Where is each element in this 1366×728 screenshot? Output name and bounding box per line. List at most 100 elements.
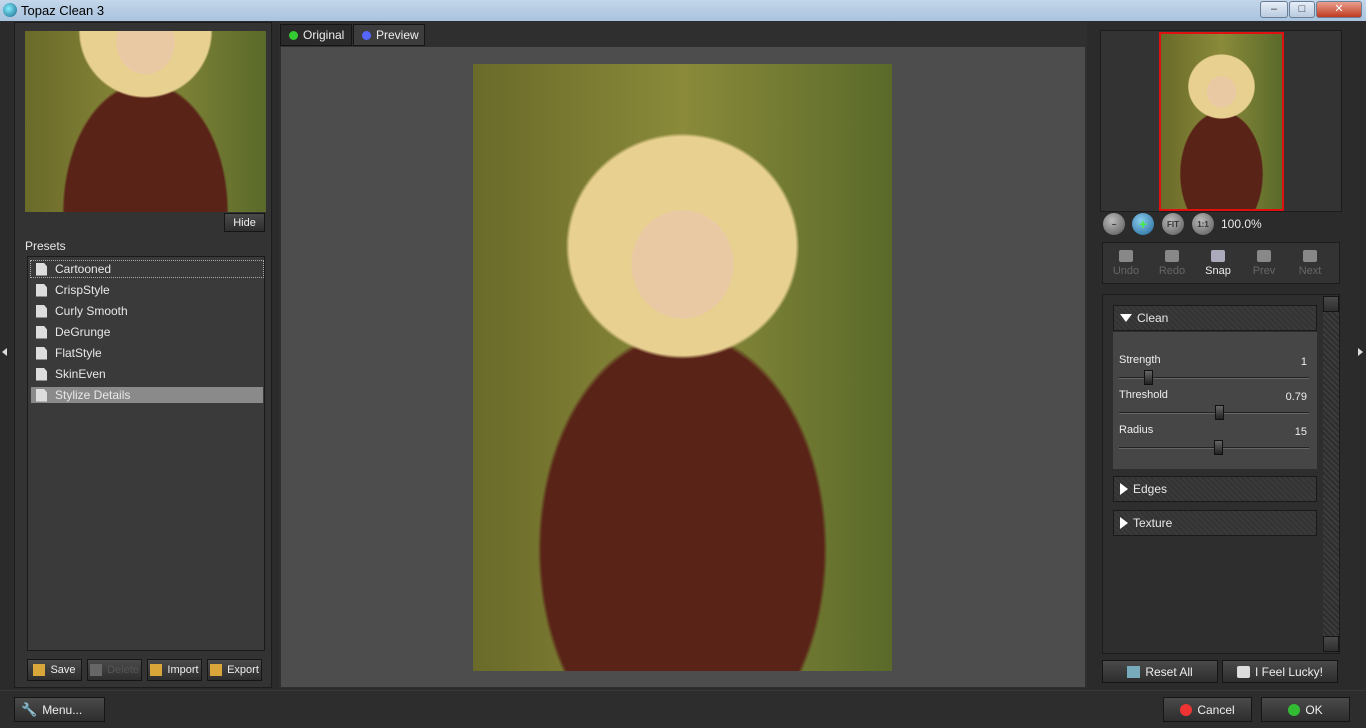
footer-bar bbox=[0, 690, 1366, 728]
preset-item[interactable]: FlatStyle bbox=[31, 345, 263, 361]
preset-label: Curly Smooth bbox=[55, 304, 128, 318]
threshold-slider[interactable] bbox=[1119, 412, 1309, 414]
preset-item[interactable]: Curly Smooth bbox=[31, 303, 263, 319]
app-icon bbox=[3, 3, 17, 17]
section-clean-header[interactable]: Clean bbox=[1113, 305, 1317, 331]
document-icon bbox=[36, 262, 47, 276]
camera-icon bbox=[1211, 249, 1225, 262]
preset-label: SkinEven bbox=[55, 367, 106, 381]
i-feel-lucky-button[interactable]: I Feel Lucky! bbox=[1222, 660, 1338, 683]
preset-item-selected[interactable]: Stylize Details bbox=[31, 387, 263, 403]
reset-all-button[interactable]: Reset All bbox=[1102, 660, 1218, 683]
center-panel: Original Preview bbox=[279, 22, 1087, 688]
zoom-out-button[interactable]: − bbox=[1103, 213, 1125, 235]
menu-button[interactable]: 🔧 Menu... bbox=[14, 697, 105, 722]
zoom-in-button[interactable]: + bbox=[1132, 213, 1154, 235]
close-button[interactable]: ✕ bbox=[1316, 1, 1362, 18]
document-icon bbox=[36, 304, 47, 318]
history-toolbar: Undo Redo Snap Prev Next bbox=[1102, 242, 1340, 284]
zoom-1to1-button[interactable]: 1:1 bbox=[1192, 213, 1214, 235]
section-edges-header[interactable]: Edges bbox=[1113, 476, 1317, 502]
preset-item[interactable]: SkinEven bbox=[31, 366, 263, 382]
tab-preview[interactable]: Preview bbox=[353, 24, 425, 46]
tab-original[interactable]: Original bbox=[280, 24, 352, 46]
export-preset-button[interactable]: Export bbox=[207, 659, 262, 681]
prev-button[interactable]: Prev bbox=[1241, 249, 1287, 277]
strength-slider-thumb[interactable] bbox=[1144, 370, 1153, 385]
clean-sliders: Strength 1 Threshold 0.79 Radius 15 bbox=[1113, 332, 1317, 469]
document-icon bbox=[36, 346, 47, 360]
save-preset-button[interactable]: Save bbox=[27, 659, 82, 681]
threshold-slider-thumb[interactable] bbox=[1215, 405, 1224, 420]
cancel-button[interactable]: Cancel bbox=[1163, 697, 1252, 722]
preset-label: Cartooned bbox=[55, 262, 112, 276]
lucky-label: I Feel Lucky! bbox=[1254, 664, 1324, 679]
delete-preset-button[interactable]: Delete bbox=[87, 659, 142, 681]
redo-button[interactable]: Redo bbox=[1149, 249, 1195, 277]
ok-button[interactable]: OK bbox=[1261, 697, 1350, 722]
next-snapshot-icon bbox=[1303, 249, 1317, 262]
settings-panel: Clean Strength 1 Threshold 0.79 Radius 1… bbox=[1102, 294, 1340, 654]
redo-icon bbox=[1165, 249, 1179, 262]
title-bar: Topaz Clean 3 – □ ✕ bbox=[0, 0, 1366, 21]
presets-label: Presets bbox=[25, 239, 66, 253]
radius-label: Radius bbox=[1119, 424, 1154, 436]
import-label: Import bbox=[167, 664, 199, 676]
maximize-button[interactable]: □ bbox=[1289, 1, 1315, 18]
strength-value: 1 bbox=[1300, 356, 1307, 368]
threshold-label: Threshold bbox=[1119, 389, 1168, 401]
scroll-down-button[interactable] bbox=[1323, 636, 1339, 652]
prev-label: Prev bbox=[1252, 264, 1276, 277]
delete-label: Delete bbox=[107, 664, 139, 676]
next-label: Next bbox=[1298, 264, 1322, 277]
snap-label: Snap bbox=[1205, 264, 1231, 277]
preset-item[interactable]: CrispStyle bbox=[31, 282, 263, 298]
wrench-icon: 🔧 bbox=[21, 701, 38, 717]
window-title: Topaz Clean 3 bbox=[21, 3, 105, 18]
green-dot-icon bbox=[289, 30, 298, 40]
scroll-up-button[interactable] bbox=[1323, 296, 1339, 312]
menu-label: Menu... bbox=[42, 702, 83, 717]
preset-item[interactable]: Cartooned bbox=[30, 260, 264, 278]
preset-item[interactable]: DeGrunge bbox=[31, 324, 263, 340]
box-import-icon bbox=[150, 664, 163, 676]
navigator-thumbnail[interactable] bbox=[1159, 32, 1284, 211]
detail-preview-image bbox=[25, 31, 266, 212]
snap-button[interactable]: Snap bbox=[1195, 249, 1241, 277]
settings-scrollbar[interactable] bbox=[1323, 296, 1339, 652]
next-button[interactable]: Next bbox=[1287, 249, 1333, 277]
image-canvas[interactable] bbox=[281, 47, 1085, 687]
ok-label: OK bbox=[1305, 702, 1323, 717]
section-title: Texture bbox=[1133, 516, 1173, 530]
undo-button[interactable]: Undo bbox=[1103, 249, 1149, 277]
box-add-icon bbox=[33, 664, 46, 676]
zoom-fit-button[interactable]: FIT bbox=[1162, 213, 1184, 235]
cancel-icon bbox=[1180, 703, 1193, 716]
document-icon bbox=[36, 283, 47, 297]
document-icon bbox=[36, 367, 47, 381]
document-icon bbox=[36, 325, 47, 339]
collapse-left-icon[interactable] bbox=[2, 348, 7, 356]
section-title: Edges bbox=[1133, 482, 1168, 496]
radius-value: 15 bbox=[1294, 426, 1307, 438]
presets-list: Cartooned CrispStyle Curly Smooth DeGrun… bbox=[27, 256, 265, 651]
import-preset-button[interactable]: Import bbox=[147, 659, 202, 681]
save-label: Save bbox=[50, 664, 76, 676]
minimize-button[interactable]: – bbox=[1260, 1, 1288, 18]
check-icon bbox=[1288, 703, 1301, 716]
radius-slider-thumb[interactable] bbox=[1214, 440, 1223, 455]
left-panel: Hide Presets Cartooned CrispStyle Curly … bbox=[14, 22, 272, 688]
tab-label: Original bbox=[303, 28, 345, 42]
hide-button[interactable]: Hide bbox=[224, 213, 265, 232]
box-export-icon bbox=[210, 664, 223, 676]
preset-label: CrispStyle bbox=[55, 283, 110, 297]
section-texture-header[interactable]: Texture bbox=[1113, 510, 1317, 536]
dice-icon bbox=[1236, 665, 1250, 678]
tab-label: Preview bbox=[376, 28, 419, 42]
threshold-value: 0.79 bbox=[1285, 391, 1307, 403]
redo-label: Redo bbox=[1158, 264, 1186, 277]
undo-icon bbox=[1119, 249, 1133, 262]
prev-snapshot-icon bbox=[1257, 249, 1271, 262]
zoom-level: 100.0% bbox=[1221, 217, 1262, 231]
collapse-right-icon[interactable] bbox=[1358, 348, 1363, 356]
